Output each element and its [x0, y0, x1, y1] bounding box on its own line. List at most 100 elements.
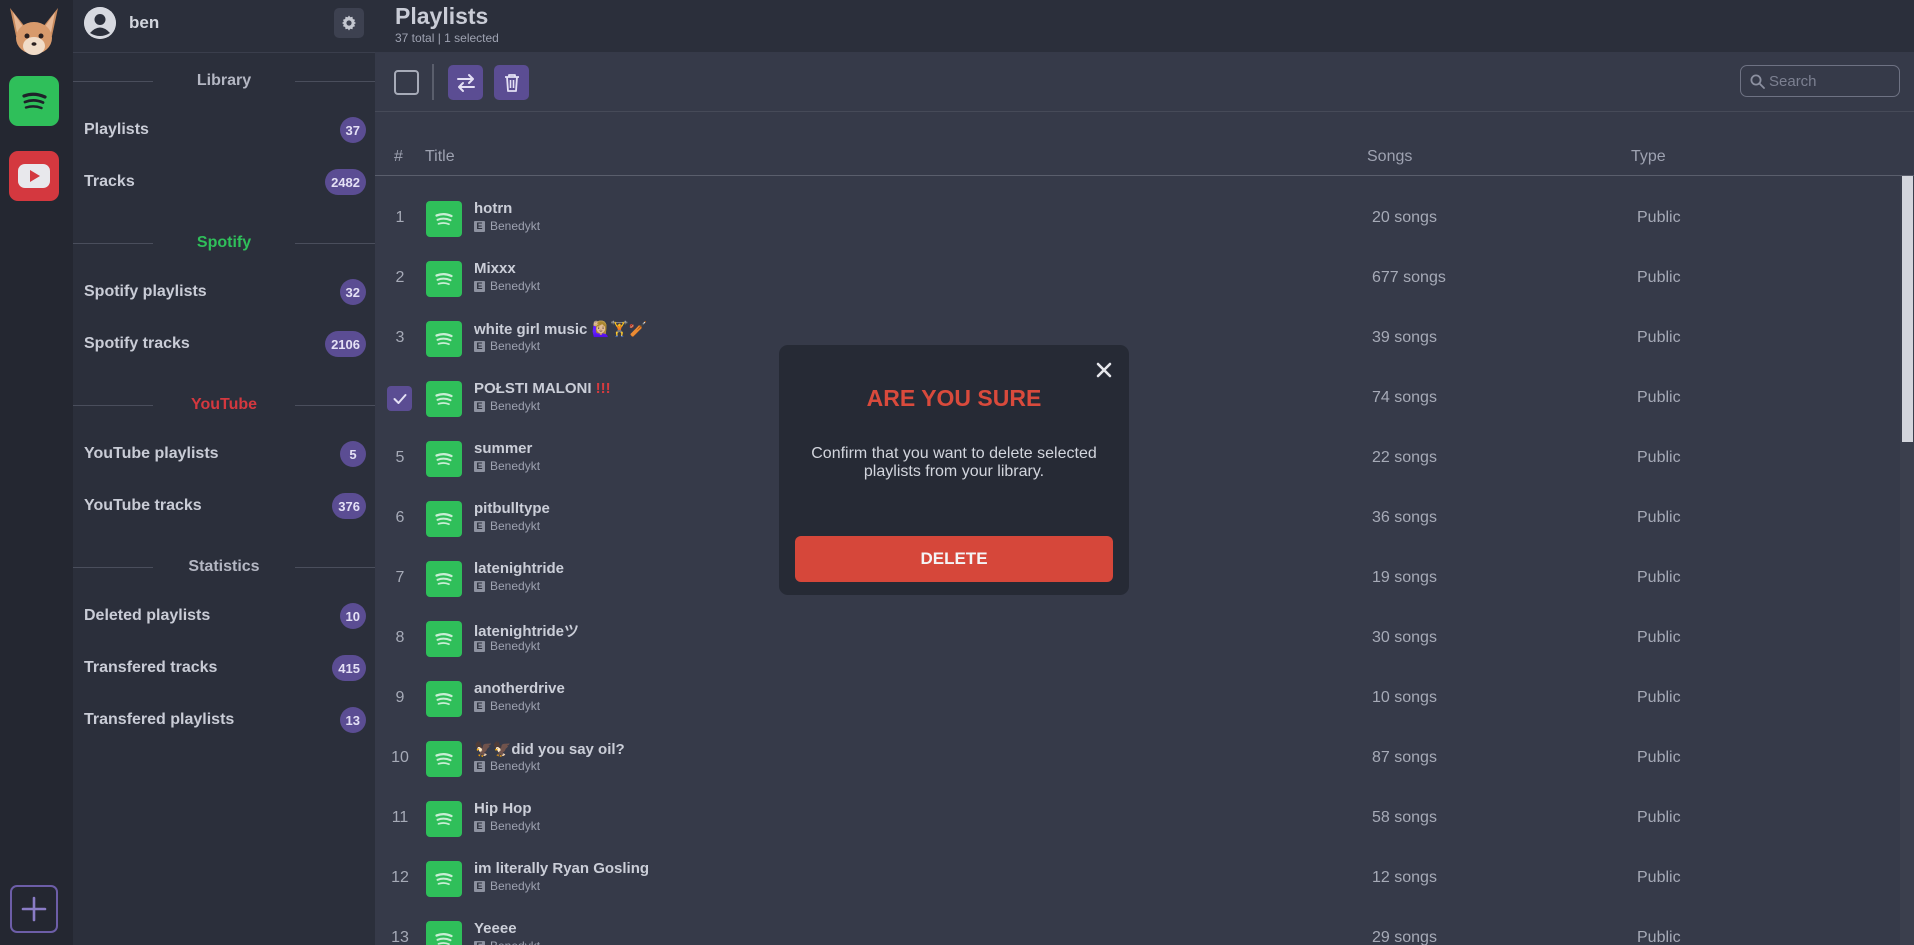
owner-name: Benedykt [490, 399, 541, 413]
column-title[interactable]: Title [425, 148, 455, 166]
playlist-title[interactable]: latenightride [474, 560, 564, 577]
sidebar-item-deleted-playlists[interactable]: Deleted playlists 10 [84, 601, 366, 631]
playlist-type: Public [1637, 929, 1681, 945]
playlist-title[interactable]: hotrn [474, 200, 512, 217]
song-count: 58 songs [1372, 809, 1437, 826]
spotify-icon [432, 867, 456, 891]
sidebar-item-spotify-tracks[interactable]: Spotify tracks 2106 [84, 329, 366, 359]
explicit-icon: E [474, 640, 485, 652]
sidebar-item-youtube-playlists[interactable]: YouTube playlists 5 [84, 439, 366, 469]
table-row[interactable]: 13 Yeeee E Benedykt 29 songs Public [375, 909, 1898, 945]
scrollbar[interactable] [1900, 176, 1914, 945]
fox-logo-icon[interactable] [6, 6, 62, 60]
section-title: Library [196, 72, 252, 89]
sidebar-item-youtube-tracks[interactable]: YouTube tracks 376 [84, 491, 366, 521]
main-content: Playlists 37 total | 1 selected # [375, 0, 1914, 945]
song-count: 36 songs [1372, 509, 1437, 526]
owner-name: Benedykt [490, 339, 541, 353]
playlist-title[interactable]: latenightrideツ [474, 620, 579, 641]
playlist-title-text: Mixxx [474, 260, 516, 277]
playlist-owner: E Benedykt [474, 399, 540, 413]
sidebar-item-label: YouTube tracks [84, 497, 202, 514]
select-all-checkbox[interactable] [394, 70, 419, 95]
playlist-title-text: im literally Ryan Gosling [474, 860, 650, 877]
playlist-title[interactable]: summer [474, 440, 532, 457]
confirm-delete-dialog: ARE YOU SURE Confirm that you want to de… [779, 345, 1129, 595]
song-count: 22 songs [1372, 449, 1437, 466]
gear-icon [342, 15, 356, 31]
spotify-icon [432, 327, 456, 351]
column-songs[interactable]: Songs [1367, 148, 1412, 166]
row-number: 7 [395, 569, 405, 586]
playlist-cover [426, 441, 462, 477]
sidebar-item-transfered-tracks[interactable]: Transfered tracks 415 [84, 653, 366, 683]
settings-button[interactable] [334, 8, 364, 38]
playlist-title[interactable]: anotherdrive [474, 680, 565, 697]
row-number: 9 [395, 689, 405, 706]
column-type[interactable]: Type [1631, 148, 1666, 166]
spotify-icon [432, 627, 456, 651]
playlist-title[interactable]: im literally Ryan Gosling [474, 860, 649, 877]
transfer-button[interactable] [448, 65, 483, 100]
playlist-title[interactable]: POŁSTI MALONI !!! [474, 380, 611, 397]
playlist-title-text: summer [474, 440, 533, 457]
song-count: 30 songs [1372, 629, 1437, 646]
add-account-button[interactable] [10, 885, 58, 933]
divider [73, 52, 375, 53]
delete-button[interactable] [494, 65, 529, 100]
sidebar-item-spotify-playlists[interactable]: Spotify playlists 32 [84, 277, 366, 307]
table-row[interactable]: 5 summer E Benedykt 22 songs Public [375, 429, 1898, 489]
playlist-title-text: pitbulltype [474, 500, 550, 517]
explicit-icon: E [474, 940, 485, 945]
sidebar-item-label: Tracks [84, 173, 135, 190]
table-row[interactable]: 6 pitbulltype E Benedykt 36 songs Public [375, 489, 1898, 549]
table-row[interactable]: POŁSTI MALONI !!! E Benedykt 74 songs Pub… [375, 369, 1898, 429]
sidebar-item-tracks[interactable]: Tracks 2482 [84, 167, 366, 197]
row-checkbox[interactable] [387, 386, 412, 411]
playlist-cover [426, 741, 462, 777]
table-row[interactable]: 12 im literally Ryan Gosling E Benedykt 1… [375, 849, 1898, 909]
table-row[interactable]: 11 Hip Hop E Benedykt 58 songs Public [375, 789, 1898, 849]
table-row[interactable]: 2 Mixxx E Benedykt 677 songs Public [375, 249, 1898, 309]
transfer-arrows-icon [456, 73, 475, 92]
youtube-app-button[interactable] [9, 151, 59, 201]
app-rail [0, 0, 73, 945]
playlist-title-text: latenightrideツ [474, 623, 580, 640]
table-row[interactable]: 3 white girl music 🙋🏼‍♀️🏋️🏏 E Benedykt 39… [375, 309, 1898, 369]
playlist-title[interactable]: white girl music 🙋🏼‍♀️🏋️🏏 [474, 320, 648, 338]
table-row[interactable]: 8 latenightrideツ E Benedykt 30 songs Publ… [375, 609, 1898, 669]
username: ben [129, 13, 160, 32]
search-input[interactable] [1769, 72, 1889, 90]
sidebar-item-playlists[interactable]: Playlists 37 [84, 115, 366, 145]
spotify-icon [432, 687, 456, 711]
playlist-type: Public [1637, 689, 1681, 706]
playlist-title[interactable]: Mixxx [474, 260, 516, 277]
playlist-title[interactable]: pitbulltype [474, 500, 550, 517]
sidebar-item-transfered-playlists[interactable]: Transfered playlists 13 [84, 705, 366, 735]
song-count: 74 songs [1372, 389, 1437, 406]
playlist-title[interactable]: 🦅🦅did you say oil? [474, 740, 625, 758]
playlist-title[interactable]: Hip Hop [474, 800, 532, 817]
table-row[interactable]: 7 latenightride E Benedykt 19 songs Publi… [375, 549, 1898, 609]
close-button[interactable] [1093, 359, 1115, 381]
playlist-title[interactable]: Yeeee [474, 920, 517, 937]
table-row[interactable]: 9 anotherdrive E Benedykt 10 songs Public [375, 669, 1898, 729]
plus-icon [21, 896, 47, 922]
playlist-owner: E Benedykt [474, 579, 540, 593]
playlist-cover [426, 561, 462, 597]
avatar[interactable] [84, 7, 116, 39]
table-row[interactable]: 1 hotrn E Benedykt 20 songs Public [375, 189, 1898, 249]
row-number: 1 [395, 209, 405, 226]
explicit-icon: E [474, 700, 485, 712]
spotify-icon [432, 447, 456, 471]
dialog-title: ARE YOU SURE [866, 385, 1042, 411]
search-box[interactable] [1740, 65, 1900, 97]
spotify-app-button[interactable] [9, 76, 59, 126]
owner-name: Benedykt [490, 819, 541, 833]
confirm-delete-button[interactable]: DELETE [795, 536, 1113, 582]
explicit-icon: E [474, 220, 485, 232]
table-header: # Title Songs Type [375, 140, 1914, 176]
explicit-icon: E [474, 760, 485, 772]
scrollbar-thumb[interactable] [1902, 176, 1913, 442]
table-row[interactable]: 10 🦅🦅did you say oil? E Benedykt 87 songs… [375, 729, 1898, 789]
